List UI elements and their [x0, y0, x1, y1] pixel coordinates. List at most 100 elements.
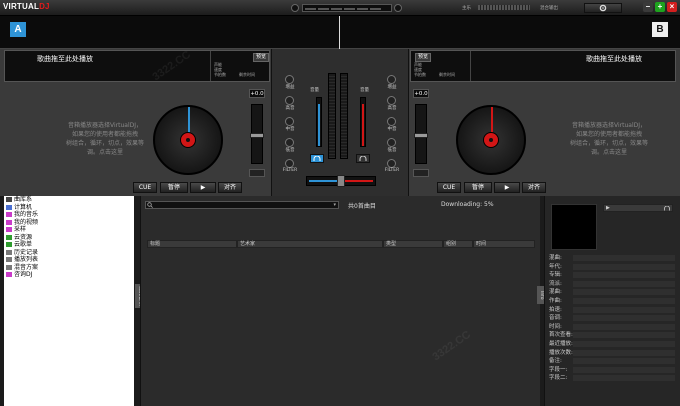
deck-left-sync-button[interactable]: 对齐: [218, 182, 242, 193]
eq-right-high-knob[interactable]: [387, 96, 396, 105]
folder-tree-item[interactable]: 咨询DJ: [4, 271, 134, 279]
deck-left-title-area[interactable]: 歌曲拖至此处播放 预览 声能 速度 节拍数 剩余时间: [4, 50, 270, 82]
deck-left-pause-button[interactable]: 暂停: [160, 182, 188, 193]
deck-left-preview-button[interactable]: 预览: [253, 53, 269, 62]
info-field-value[interactable]: [573, 340, 675, 347]
pfl-right-button[interactable]: [356, 154, 370, 163]
column-group[interactable]: 组别: [443, 240, 473, 248]
deck-right-pitch-handle[interactable]: [414, 133, 428, 138]
folder-tree-item[interactable]: 云资源: [4, 234, 134, 242]
folder-tree-label: 计算机: [14, 203, 33, 211]
pfl-left-button[interactable]: [310, 154, 324, 163]
deck-right-pitch-reset[interactable]: [413, 169, 429, 177]
folder-tree-item[interactable]: 计算机: [4, 204, 134, 212]
info-field: 首次查看:: [545, 331, 680, 340]
settings-button[interactable]: [584, 3, 622, 13]
master-knob-left[interactable]: [291, 4, 299, 12]
folder-tree-item[interactable]: 播放列表: [4, 256, 134, 264]
info-field-label: 流派:: [549, 280, 562, 287]
info-field-value[interactable]: [573, 323, 675, 330]
info-field-value[interactable]: [573, 289, 675, 296]
eq-right-mid-knob[interactable]: [387, 117, 396, 126]
waveform-overview[interactable]: [0, 16, 680, 49]
folder-tree-item[interactable]: 云歌单: [4, 241, 134, 249]
column-genre[interactable]: 类型: [383, 240, 443, 248]
info-field-value[interactable]: [573, 297, 675, 304]
folder-tree[interactable]: 曲库系 计算机 我的音乐 我的视频 采样 云资源 云歌单 历史记录 播放列表 混音方案 咨询DJ: [4, 196, 134, 406]
master-knob-right[interactable]: [394, 4, 402, 12]
info-field-value[interactable]: [573, 366, 675, 373]
eq-left-gain-knob[interactable]: [285, 75, 294, 84]
info-field-label: 备注:: [549, 358, 562, 365]
deck-right-jogwheel[interactable]: [456, 105, 526, 175]
folder-icon: [6, 212, 12, 217]
volume-right-fader[interactable]: [360, 97, 366, 147]
info-field-value[interactable]: [573, 263, 675, 270]
eq-left-filter-knob[interactable]: [285, 159, 294, 168]
minimize-button[interactable]: –: [643, 2, 653, 12]
deck-right-play-button[interactable]: ▶: [494, 182, 520, 193]
eq-left-mid-knob[interactable]: [285, 117, 294, 126]
maximize-button[interactable]: +: [655, 2, 665, 12]
deck-left-pitch-slider[interactable]: [250, 104, 264, 164]
folder-tree-item[interactable]: 采样: [4, 226, 134, 234]
folder-tree-item[interactable]: 我的音乐: [4, 211, 134, 219]
info-field-value[interactable]: [573, 272, 675, 279]
search-dropdown-icon[interactable]: ▾: [333, 202, 336, 208]
eq-left-low-knob[interactable]: [285, 138, 294, 147]
folder-tree-item[interactable]: 曲库系: [4, 196, 134, 204]
browser-area: 曲库系计算机我的音乐我的视频采样云资源云歌单历史记录播放列表混音方案咨询DJ S…: [0, 196, 680, 406]
eq-right-gain-knob[interactable]: [387, 75, 396, 84]
info-toggle-tab[interactable]: Info: [537, 286, 544, 304]
volume-left-label: 音量: [310, 88, 319, 93]
deck-right-pause-button[interactable]: 暂停: [464, 182, 492, 193]
deck-right-pitch-slider[interactable]: [414, 104, 428, 164]
deck-left-jogwheel[interactable]: [153, 105, 223, 175]
close-button[interactable]: ×: [667, 2, 677, 12]
column-artist[interactable]: 艺术家: [237, 240, 383, 248]
master-level-meter: [302, 4, 392, 12]
info-field-value[interactable]: [573, 375, 675, 382]
search-input[interactable]: ▾: [145, 201, 339, 209]
info-field-value[interactable]: [573, 358, 675, 365]
deck-a-letter[interactable]: A: [10, 22, 26, 37]
volume-left-fader[interactable]: [316, 97, 322, 147]
column-time[interactable]: 时间: [473, 240, 535, 248]
preview-player[interactable]: ▶: [603, 204, 673, 212]
deck-left-play-button[interactable]: ▶: [190, 182, 216, 193]
album-cover: [551, 204, 597, 250]
download-status: Downloading: 5%: [441, 201, 494, 208]
info-field-value[interactable]: [573, 349, 675, 356]
info-field-label: 混曲:: [549, 255, 562, 261]
crossfader-handle[interactable]: [337, 175, 345, 187]
info-field-value[interactable]: [573, 306, 675, 313]
deck-right-preview-button[interactable]: 预览: [415, 53, 431, 62]
deck-left-pitch-reset[interactable]: [249, 169, 265, 177]
deck-left-info-3: 节拍数: [214, 72, 226, 77]
eq-right-filter-knob[interactable]: [387, 159, 396, 168]
deck-left-pitch-handle[interactable]: [250, 133, 264, 138]
deck-b-letter[interactable]: B: [652, 22, 668, 37]
mixer-eq-left: 增益 高音 中音 低音 FILTER: [281, 75, 299, 173]
info-field-value[interactable]: [573, 280, 675, 287]
folder-icon: [6, 242, 12, 247]
info-field-value[interactable]: [573, 255, 675, 261]
info-field-label: 最近播放:: [549, 340, 573, 347]
track-count: 共0首曲目: [348, 203, 376, 210]
eq-right-low-knob[interactable]: [387, 138, 396, 147]
eq-left-high-knob[interactable]: [285, 96, 294, 105]
preview-play-icon[interactable]: ▶: [606, 205, 610, 211]
deck-left-cue-button[interactable]: CUE: [133, 182, 157, 193]
deck-right-title-area[interactable]: 预览 声能 速度 节拍数 剩余时间 歌曲拖至此处播放: [410, 50, 676, 82]
folder-tree-label: 历史记录: [14, 248, 39, 256]
info-field-value[interactable]: [573, 315, 675, 322]
folder-tree-item[interactable]: 我的视频: [4, 219, 134, 227]
folder-icon: [6, 272, 12, 277]
deck-right-cue-button[interactable]: CUE: [437, 182, 461, 193]
folder-tree-item[interactable]: 历史记录: [4, 249, 134, 257]
deck-right-sync-button[interactable]: 对齐: [522, 182, 546, 193]
info-field-value[interactable]: [573, 332, 675, 339]
column-title[interactable]: 标题: [147, 240, 237, 248]
crossfader[interactable]: [306, 175, 376, 187]
folder-tree-item[interactable]: 混音方案: [4, 264, 134, 272]
